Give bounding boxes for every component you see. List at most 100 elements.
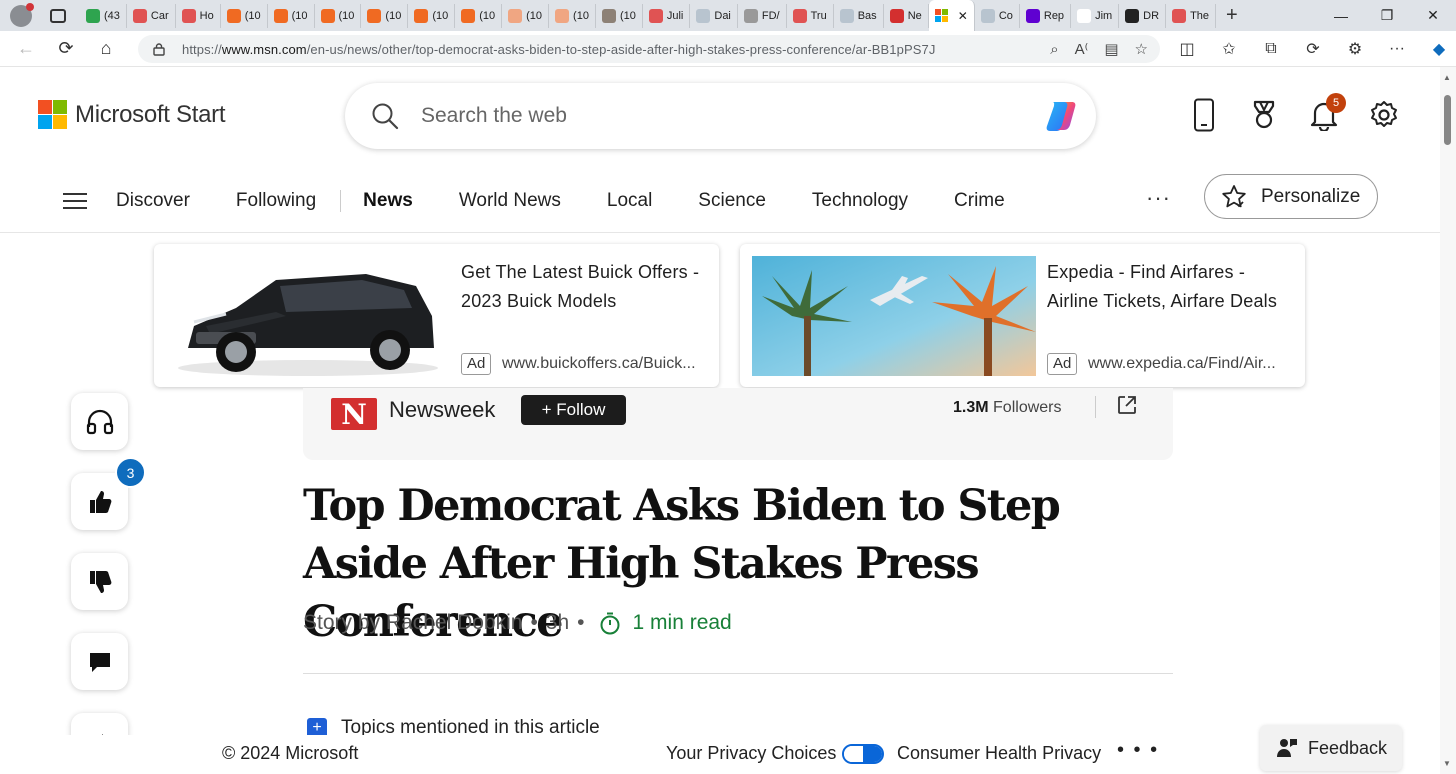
copilot-icon[interactable] xyxy=(1042,96,1082,136)
history-icon[interactable]: ⟳ xyxy=(1298,39,1328,59)
ad-image-airplane-palms xyxy=(752,256,1036,376)
browser-tab-after-4[interactable]: The xyxy=(1166,3,1217,28)
mobile-app-icon[interactable] xyxy=(1186,95,1222,135)
immersive-reader-icon[interactable]: ▤ xyxy=(1104,40,1118,58)
thumbs-up-icon xyxy=(89,490,111,513)
brand-name: Microsoft Start xyxy=(75,100,226,128)
browser-tab-3[interactable]: (10 xyxy=(221,3,268,28)
browser-tab-5[interactable]: (10 xyxy=(315,3,362,28)
privacy-choices-link[interactable]: Your Privacy Choices xyxy=(666,743,885,764)
browser-tab-1[interactable]: Car xyxy=(127,3,176,28)
collections-icon[interactable]: ⧉ xyxy=(1256,40,1286,58)
browser-tab-11[interactable]: (10 xyxy=(596,3,643,28)
browser-tab-17[interactable]: Ne xyxy=(884,3,929,28)
browser-tab-after-3[interactable]: DR xyxy=(1119,3,1167,28)
home-icon[interactable]: ⌂ xyxy=(86,31,126,67)
new-tab-button[interactable]: + xyxy=(1226,4,1238,27)
comment-button[interactable] xyxy=(71,633,128,690)
nav-item-world-news[interactable]: World News xyxy=(459,190,561,212)
restore-icon[interactable]: ❐ xyxy=(1364,0,1410,31)
privacy-toggle-icon xyxy=(842,743,885,764)
browser-tab-9[interactable]: (10 xyxy=(502,3,550,28)
tab-favicon-icon xyxy=(181,8,196,23)
nav-item-crime[interactable]: Crime xyxy=(954,190,1005,212)
dislike-button[interactable] xyxy=(71,553,128,610)
scroll-down-icon[interactable]: ▼ xyxy=(1443,759,1451,768)
consumer-health-link[interactable]: Consumer Health Privacy xyxy=(897,743,1101,764)
search-input[interactable]: Search the web xyxy=(421,104,567,128)
article-byline: Story by Rachel Dobkin • 3h • 1 min read xyxy=(303,611,732,635)
search-box[interactable]: Search the web xyxy=(345,83,1096,149)
browser-tab-14[interactable]: FD/ xyxy=(738,3,787,28)
rewards-trophy-icon[interactable] xyxy=(1246,95,1282,135)
personalize-button[interactable]: Personalize xyxy=(1204,174,1378,219)
close-tab-icon[interactable]: ✕ xyxy=(958,9,968,23)
follow-button[interactable]: + Follow xyxy=(521,395,626,425)
read-aloud-icon[interactable]: A⁽ xyxy=(1075,40,1089,58)
nav-item-local[interactable]: Local xyxy=(607,190,652,212)
msn-page: Microsoft Start Search the web 5 Discove… xyxy=(0,67,1440,774)
back-icon[interactable]: ← xyxy=(6,31,46,67)
extensions-icon[interactable]: ⚙ xyxy=(1340,39,1370,59)
url-text: https://www.msn.com/en-us/news/other/top… xyxy=(182,41,936,57)
nav-item-technology[interactable]: Technology xyxy=(812,190,908,212)
brand-logo[interactable]: Microsoft Start xyxy=(38,100,226,129)
minimize-icon[interactable]: — xyxy=(1318,0,1364,31)
browser-tab-10[interactable]: (10 xyxy=(549,3,596,28)
more-menu-icon[interactable]: ··· xyxy=(1382,40,1412,58)
browser-tab-after-1[interactable]: Rep xyxy=(1020,3,1072,28)
publisher-name[interactable]: Newsweek xyxy=(389,397,495,423)
zoom-icon[interactable]: ⌕ xyxy=(1050,41,1058,58)
ad-card-expedia[interactable]: Expedia - Find Airfares - Airline Ticket… xyxy=(740,244,1305,387)
browser-tab-13[interactable]: Dai xyxy=(690,3,738,28)
favorites-icon[interactable]: ✩ xyxy=(1214,39,1244,59)
browser-tab-12[interactable]: Juli xyxy=(643,3,691,28)
browser-tab-4[interactable]: (10 xyxy=(268,3,315,28)
tab-favicon-icon xyxy=(320,8,335,23)
tab-label: (10 xyxy=(479,9,496,22)
ad-title[interactable]: Expedia - Find Airfares - Airline Ticket… xyxy=(1047,258,1299,315)
close-window-icon[interactable]: ✕ xyxy=(1410,0,1456,31)
tab-label: Ne xyxy=(907,9,922,22)
browser-tab-15[interactable]: Tru xyxy=(787,3,834,28)
browser-tab-16[interactable]: Bas xyxy=(834,3,884,28)
tab-actions-icon[interactable] xyxy=(50,8,66,23)
settings-gear-icon[interactable] xyxy=(1366,95,1402,135)
feedback-button[interactable]: Feedback xyxy=(1260,725,1402,771)
favorite-star-icon[interactable]: ☆ xyxy=(1135,40,1148,58)
lock-icon[interactable] xyxy=(152,42,166,56)
menu-hamburger-icon[interactable] xyxy=(63,193,87,211)
browser-tab-6[interactable]: (10 xyxy=(361,3,409,28)
browser-tab-after-2[interactable]: Jim xyxy=(1071,3,1120,28)
ad-url[interactable]: www.expedia.ca/Find/Air... xyxy=(1088,353,1298,375)
notifications-bell-icon[interactable]: 5 xyxy=(1306,93,1346,135)
page-scrollbar[interactable]: ▲ ▼ xyxy=(1440,67,1456,774)
nav-item-discover[interactable]: Discover xyxy=(116,190,190,212)
scroll-thumb[interactable] xyxy=(1444,95,1451,145)
refresh-icon[interactable]: ⟳ xyxy=(46,31,86,67)
ad-card-buick[interactable]: Get The Latest Buick Offers - 2023 Buick… xyxy=(154,244,719,387)
ad-title[interactable]: Get The Latest Buick Offers - 2023 Buick… xyxy=(461,258,713,315)
browser-tab-2[interactable]: Ho xyxy=(176,3,221,28)
split-screen-icon[interactable]: ◫ xyxy=(1172,39,1202,59)
browser-tab-0[interactable]: (43 xyxy=(80,3,127,28)
ad-url[interactable]: www.buickoffers.ca/Buick... xyxy=(502,353,712,375)
browser-tab-7[interactable]: (10 xyxy=(408,3,456,28)
nav-item-science[interactable]: Science xyxy=(698,190,766,212)
url-field[interactable]: https://www.msn.com/en-us/news/other/top… xyxy=(138,35,1160,63)
share-icon[interactable] xyxy=(1116,394,1138,416)
author[interactable]: Story by Rachel Dobkin xyxy=(303,611,522,635)
nav-item-news[interactable]: News xyxy=(363,190,413,212)
footer-more-button[interactable]: • • • xyxy=(1117,739,1159,762)
profile-avatar[interactable] xyxy=(10,2,34,27)
nav-item-following[interactable]: Following xyxy=(236,190,316,212)
browser-tab-after-0[interactable]: Co xyxy=(975,3,1020,28)
newsweek-logo[interactable]: N xyxy=(331,398,377,431)
nav-items: Discover Following News World News Local… xyxy=(116,185,1051,217)
nav-more-button[interactable]: ··· xyxy=(1146,185,1171,211)
scroll-up-icon[interactable]: ▲ xyxy=(1443,73,1451,82)
tab-active-msn[interactable]: ✕ xyxy=(928,0,975,31)
listen-button[interactable] xyxy=(71,393,128,450)
browser-tab-8[interactable]: (10 xyxy=(455,3,503,28)
copilot-sidebar-icon[interactable]: ◆ xyxy=(1424,39,1454,59)
